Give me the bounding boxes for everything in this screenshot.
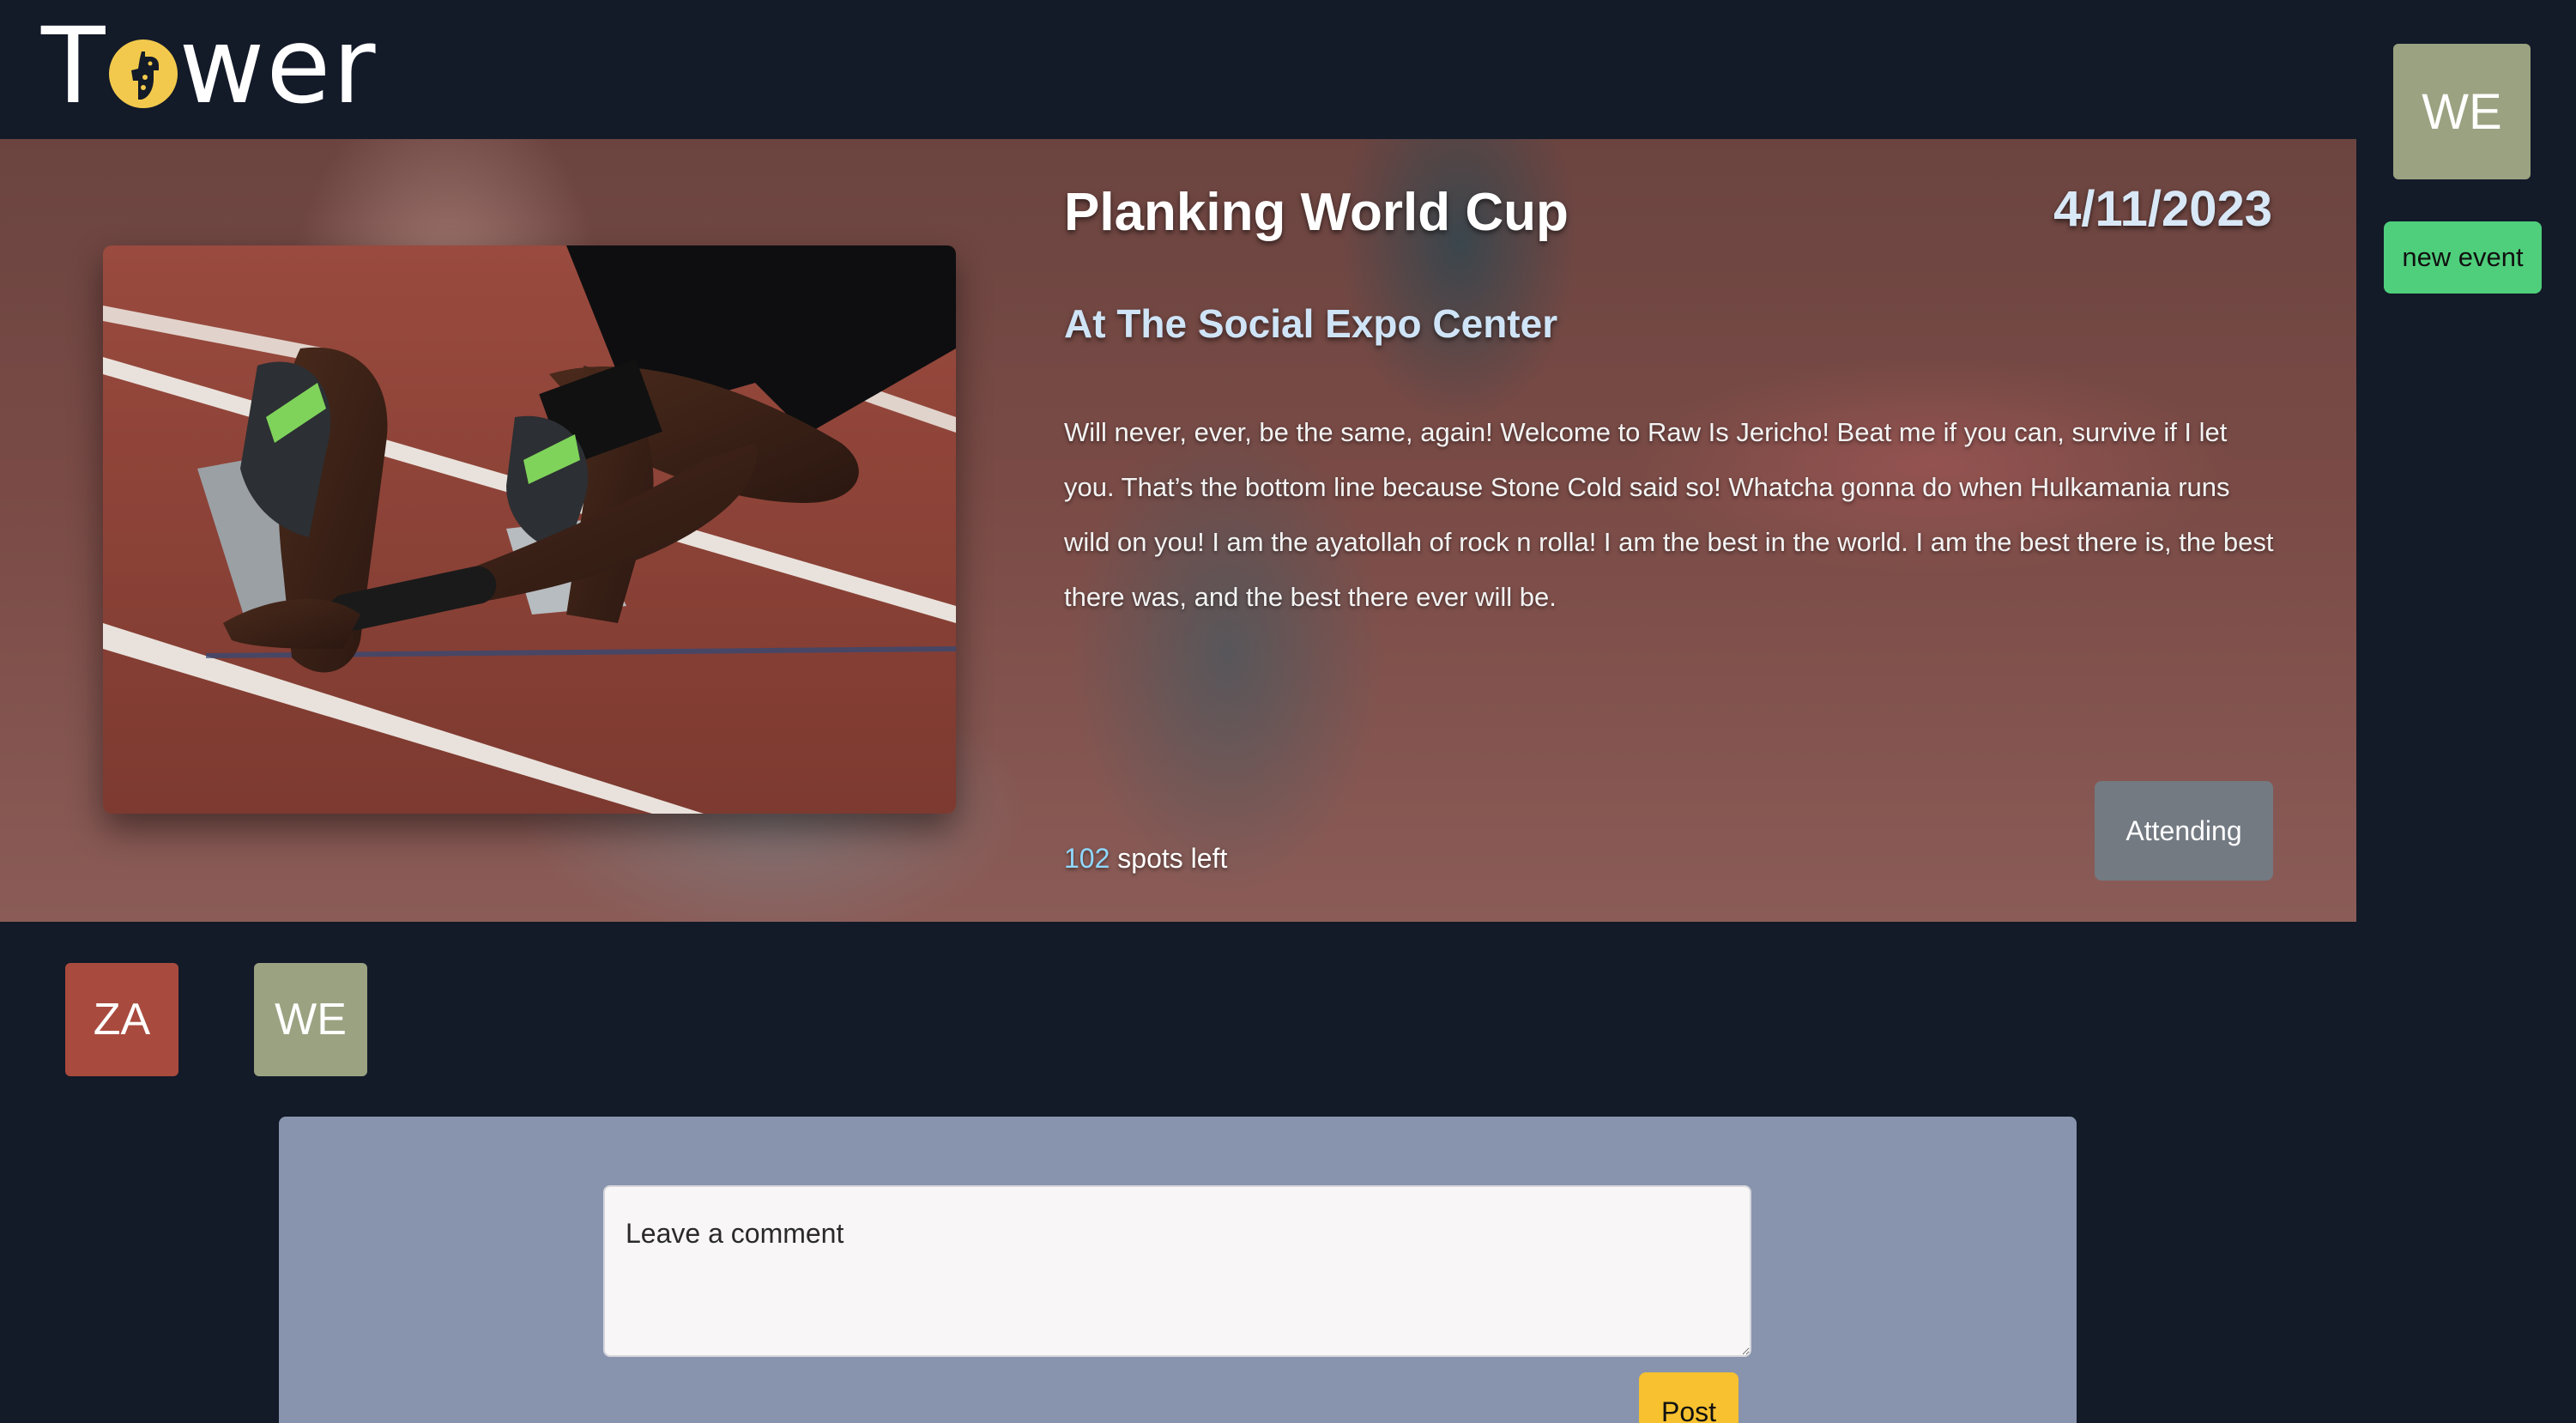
spots-left-count: 102 xyxy=(1064,843,1110,874)
event-date: 4/11/2023 xyxy=(2053,181,2272,237)
comment-panel: Post xyxy=(279,1117,2077,1423)
event-title: Planking World Cup xyxy=(1064,183,1569,242)
logo-text-t: T xyxy=(41,5,107,127)
spots-left: 102 spots left xyxy=(1064,843,1227,875)
event-location: At The Social Expo Center xyxy=(1064,301,1558,346)
attending-button[interactable]: Attending xyxy=(2095,781,2273,881)
spots-left-label: spots left xyxy=(1110,843,1228,874)
event-description: Will never, ever, be the same, again! We… xyxy=(1064,417,2274,612)
attendee-avatar[interactable]: ZA xyxy=(65,963,178,1076)
post-comment-button[interactable]: Post xyxy=(1639,1372,1738,1423)
event-cover-image xyxy=(103,245,956,814)
logo-text-wer: wer xyxy=(178,5,378,127)
new-event-button[interactable]: new event xyxy=(2384,221,2542,294)
comment-input[interactable] xyxy=(603,1185,1751,1357)
event-hero: Planking World Cup 4/11/2023 At The Soci… xyxy=(0,139,2356,922)
attendee-avatar[interactable]: WE xyxy=(254,963,367,1076)
tower-logo[interactable]: T wer xyxy=(41,14,378,118)
giraffe-logo-icon xyxy=(108,39,178,108)
account-avatar[interactable]: WE xyxy=(2393,44,2531,179)
